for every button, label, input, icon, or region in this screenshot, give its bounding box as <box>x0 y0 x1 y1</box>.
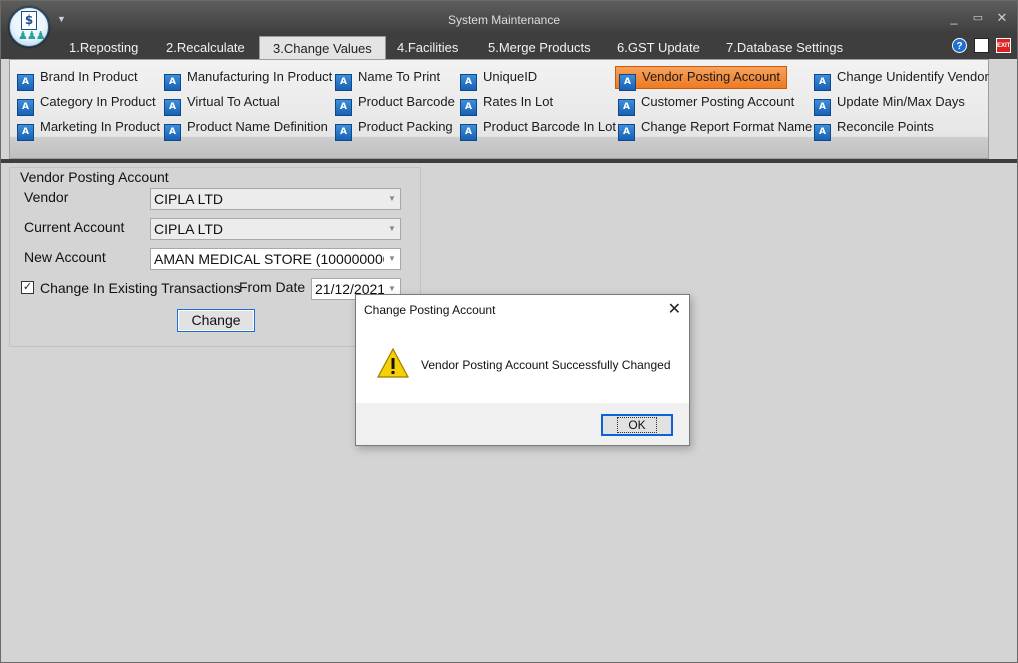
user-badge-icon: A <box>335 124 352 141</box>
ribbon-manufacturing-in-product[interactable]: A Manufacturing In Product <box>164 67 332 91</box>
user-badge-icon: A <box>164 74 181 91</box>
dialog-title: Change Posting Account <box>364 303 496 317</box>
app-logo[interactable]: $ ♟♟♟ <box>9 7 49 47</box>
from-date-label: From Date <box>239 279 306 295</box>
vendor-combo[interactable]: CIPLA LTD ▼ <box>150 188 401 210</box>
ribbon-rates-in-lot[interactable]: A Rates In Lot <box>460 92 553 116</box>
vendor-label: Vendor <box>24 189 69 205</box>
title-bar: ▼ System Maintenance _ ▭ ✕ <box>1 1 1017 35</box>
ribbon-update-min-max-days[interactable]: A Update Min/Max Days <box>814 92 965 116</box>
user-badge-icon: A <box>460 124 477 141</box>
user-badge-icon: A <box>164 124 181 141</box>
change-existing-label: Change In Existing Transactions <box>40 280 241 296</box>
warning-icon <box>376 347 410 382</box>
chevron-down-icon[interactable]: ▼ <box>384 219 400 239</box>
ribbon-vendor-posting-account[interactable]: A Vendor Posting Account <box>615 66 788 91</box>
ribbon-product-packing[interactable]: A Product Packing <box>335 117 453 141</box>
ribbon-marketing-in-product[interactable]: A Marketing In Product <box>17 117 160 141</box>
dialog-footer: OK <box>356 403 689 445</box>
user-badge-icon: A <box>618 99 635 116</box>
tab-gst-update[interactable]: 6.GST Update <box>617 40 700 55</box>
change-posting-account-dialog: Change Posting Account ✕ Vendor Posting … <box>355 294 690 446</box>
user-badge-icon: A <box>814 74 831 91</box>
current-account-combo[interactable]: CIPLA LTD ▼ <box>150 218 401 240</box>
user-badge-icon: A <box>619 74 636 91</box>
tab-database-settings[interactable]: 7.Database Settings <box>726 40 843 55</box>
chevron-down-icon[interactable]: ▼ <box>384 189 400 209</box>
tab-merge-products[interactable]: 5.Merge Products <box>488 40 591 55</box>
user-badge-icon: A <box>335 74 352 91</box>
user-badge-icon: A <box>17 99 34 116</box>
close-icon[interactable]: ✕ <box>668 299 681 319</box>
ribbon-product-barcode-in-lot[interactable]: A Product Barcode In Lot <box>460 117 616 141</box>
tab-recalculate[interactable]: 2.Recalculate <box>166 40 245 55</box>
user-badge-icon: A <box>335 99 352 116</box>
main-window: ▼ System Maintenance _ ▭ ✕ $ ♟♟♟ 1.Repos… <box>0 0 1018 663</box>
ribbon-change-unidentify-vendor[interactable]: A Change Unidentify Vendor <box>814 67 989 91</box>
ribbon-brand-in-product[interactable]: A Brand In Product <box>17 67 138 91</box>
ribbon-reconcile-points[interactable]: A Reconcile Points <box>814 117 934 141</box>
tab-facilities[interactable]: 4.Facilities <box>397 40 458 55</box>
close-icon[interactable]: ✕ <box>994 10 1010 26</box>
chevron-down-icon[interactable]: ▼ <box>384 249 400 269</box>
dollar-icon: $ <box>21 11 37 30</box>
user-badge-icon: A <box>17 74 34 91</box>
window-title: System Maintenance <box>447 13 561 27</box>
user-badge-icon: A <box>814 124 831 141</box>
new-account-combo[interactable]: AMAN MEDICAL STORE (10000000009 ▼ <box>150 248 401 270</box>
dialog-message: Vendor Posting Account Successfully Chan… <box>421 358 671 372</box>
ribbon-change-report-format-name[interactable]: A Change Report Format Name <box>618 117 812 141</box>
user-badge-icon: A <box>164 99 181 116</box>
change-button[interactable]: Change <box>177 309 255 332</box>
ribbon-product-name-definition[interactable]: A Product Name Definition <box>164 117 328 141</box>
ok-button[interactable]: OK <box>601 414 673 436</box>
change-existing-checkbox[interactable]: ✓ <box>21 281 34 294</box>
tab-change-values[interactable]: 3.Change Values <box>259 36 386 61</box>
help-icon[interactable]: ? <box>952 38 967 53</box>
calculator-icon[interactable] <box>974 38 989 53</box>
tab-bar: 1.Reposting 2.Recalculate 3.Change Value… <box>1 35 1017 61</box>
ribbon-category-in-product[interactable]: A Category In Product <box>17 92 156 116</box>
user-badge-icon: A <box>814 99 831 116</box>
ribbon-bottom-border <box>1 159 1017 163</box>
minimize-icon[interactable]: _ <box>946 10 962 25</box>
exit-icon[interactable]: EXIT <box>996 38 1011 53</box>
user-badge-icon: A <box>460 74 477 91</box>
ribbon-virtual-to-actual[interactable]: A Virtual To Actual <box>164 92 280 116</box>
tab-reposting[interactable]: 1.Reposting <box>69 40 138 55</box>
ribbon-product-barcode[interactable]: A Product Barcode <box>335 92 455 116</box>
user-badge-icon: A <box>618 124 635 141</box>
new-account-label: New Account <box>24 249 106 265</box>
ribbon-uniqueid[interactable]: A UniqueID <box>460 67 537 91</box>
people-icon: ♟♟♟ <box>18 29 46 42</box>
ribbon-name-to-print[interactable]: A Name To Print <box>335 67 440 91</box>
section-title: Vendor Posting Account <box>20 169 169 185</box>
ribbon-customer-posting-account[interactable]: A Customer Posting Account <box>618 92 794 116</box>
user-badge-icon: A <box>17 124 34 141</box>
maximize-icon[interactable]: ▭ <box>970 11 986 24</box>
user-badge-icon: A <box>460 99 477 116</box>
current-account-label: Current Account <box>24 219 125 235</box>
